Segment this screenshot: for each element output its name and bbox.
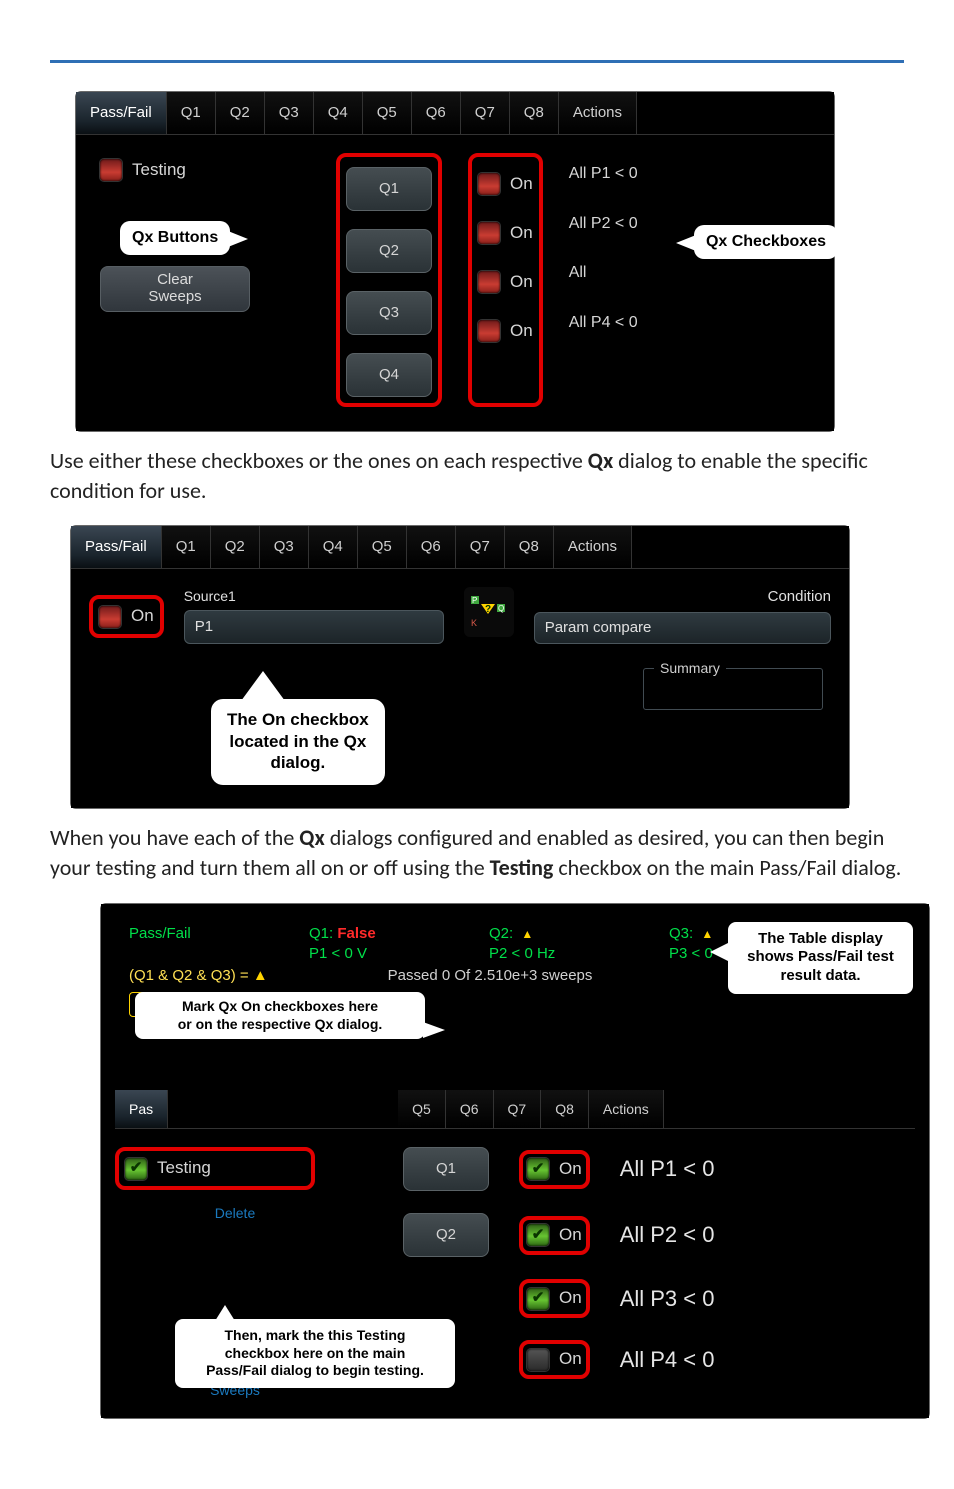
checkbox-icon bbox=[99, 606, 121, 628]
passfail-tab-strip-2: Pass/Fail Q1 Q2 Q3 Q4 Q5 Q6 Q7 Q8 Action… bbox=[71, 526, 849, 569]
tab-q4[interactable]: Q4 bbox=[314, 92, 363, 134]
page-divider bbox=[50, 60, 904, 63]
figure-passfail-table-and-testing: The Table display shows Pass/Fail test r… bbox=[100, 903, 930, 1419]
testing-checkbox-on[interactable]: ✔ Testing bbox=[125, 1157, 211, 1180]
q2-condition-text: All P2 < 0 bbox=[620, 1220, 715, 1250]
summary-groupbox: Summary bbox=[643, 668, 823, 710]
q2-on-checkbox[interactable]: On bbox=[478, 222, 533, 245]
condition-selector[interactable]: Param compare bbox=[534, 612, 831, 644]
q1-condition-text: All P1 < 0 bbox=[620, 1154, 715, 1184]
callout-table-display: The Table display shows Pass/Fail test r… bbox=[728, 922, 913, 994]
tab-q7[interactable]: Q7 bbox=[494, 1090, 542, 1128]
passfail-tab-strip-3: Pas Q5 Q6 Q7 Q8 Actions bbox=[115, 1090, 915, 1129]
svg-text:Q: Q bbox=[498, 604, 504, 613]
q3-on-checkbox[interactable]: ✔On bbox=[527, 1287, 582, 1310]
tab-q3[interactable]: Q3 bbox=[265, 92, 314, 134]
source1-label: Source1 bbox=[184, 587, 444, 606]
testing-checkbox-label: Testing bbox=[132, 159, 186, 182]
tab-q4[interactable]: Q4 bbox=[309, 526, 358, 568]
on-checkbox-highlight: On bbox=[89, 595, 164, 638]
tab-actions[interactable]: Actions bbox=[559, 92, 637, 134]
q3-on-checkbox[interactable]: On bbox=[478, 271, 533, 294]
warning-icon bbox=[697, 925, 713, 942]
tab-q5[interactable]: Q5 bbox=[358, 526, 407, 568]
q1-condition-text: All P1 < 0 bbox=[569, 163, 638, 185]
testing-checkbox-highlight: ✔ Testing bbox=[115, 1147, 315, 1190]
q2-button[interactable]: Q2 bbox=[346, 229, 432, 273]
tab-q7[interactable]: Q7 bbox=[456, 526, 505, 568]
condition-label: Condition bbox=[534, 587, 831, 607]
passfail-tab-strip: Pass/Fail Q1 Q2 Q3 Q4 Q5 Q6 Q7 Q8 Action… bbox=[76, 92, 834, 135]
clear-sweeps-button[interactable]: Clear Sweeps bbox=[100, 266, 250, 312]
callout-begin-testing: Then, mark the this Testing checkbox her… bbox=[175, 1319, 455, 1388]
tab-q6[interactable]: Q6 bbox=[407, 526, 456, 568]
testing-checkbox[interactable]: Testing bbox=[100, 159, 310, 182]
tab-q2[interactable]: Q2 bbox=[211, 526, 260, 568]
q1-on-checkbox[interactable]: On bbox=[478, 173, 533, 196]
q4-on-checkbox[interactable]: On bbox=[527, 1348, 582, 1371]
checkbox-checked-icon: ✔ bbox=[527, 1288, 549, 1310]
q2-condition-text: All P2 < 0 bbox=[569, 213, 638, 235]
figure-passfail-main-overview: Pass/Fail Q1 Q2 Q3 Q4 Q5 Q6 Q7 Q8 Action… bbox=[75, 91, 835, 432]
svg-text:P: P bbox=[472, 596, 477, 605]
q-buttons-highlight: Q1 Q2 Q3 Q4 bbox=[336, 153, 442, 407]
q1-button[interactable]: Q1 bbox=[403, 1147, 489, 1191]
tab-q7[interactable]: Q7 bbox=[461, 92, 510, 134]
q3-condition-text: All bbox=[569, 262, 638, 284]
q4-condition-text: All P4 < 0 bbox=[620, 1345, 715, 1375]
q1-on-checkbox[interactable]: ✔On bbox=[527, 1158, 582, 1181]
checkbox-checked-icon: ✔ bbox=[527, 1224, 549, 1246]
tab-q8[interactable]: Q8 bbox=[505, 526, 554, 568]
q3-button[interactable]: Q3 bbox=[346, 291, 432, 335]
qx-dialog-on-checkbox[interactable]: On bbox=[99, 605, 154, 628]
checkbox-icon bbox=[478, 173, 500, 195]
q2-button[interactable]: Q2 bbox=[403, 1213, 489, 1257]
checkbox-icon bbox=[527, 1349, 549, 1371]
figure-qx-dialog-on-checkbox: Pass/Fail Q1 Q2 Q3 Q4 Q5 Q6 Q7 Q8 Action… bbox=[70, 525, 850, 809]
passfail-label: Pass/Fail bbox=[129, 924, 249, 944]
q3-condition-text: All P3 < 0 bbox=[620, 1284, 715, 1314]
svg-text:?: ? bbox=[485, 604, 491, 615]
tab-q6[interactable]: Q6 bbox=[412, 92, 461, 134]
tab-q3[interactable]: Q3 bbox=[260, 526, 309, 568]
checkbox-checked-icon: ✔ bbox=[527, 1158, 549, 1180]
summary-label: Summary bbox=[654, 659, 726, 678]
paragraph-testing-checkbox: When you have each of the Qx dialogs con… bbox=[50, 823, 904, 882]
condition-texts: All P1 < 0 All P2 < 0 All All P4 < 0 bbox=[569, 153, 638, 407]
tab-q1[interactable]: Q1 bbox=[162, 526, 211, 568]
tab-q6[interactable]: Q6 bbox=[446, 1090, 494, 1128]
checkbox-icon bbox=[478, 320, 500, 342]
checkbox-icon bbox=[478, 222, 500, 244]
q4-button[interactable]: Q4 bbox=[346, 353, 432, 397]
warning-icon bbox=[517, 925, 533, 942]
checkbox-checked-icon: ✔ bbox=[125, 1158, 147, 1180]
q2-on-checkbox[interactable]: ✔On bbox=[527, 1224, 582, 1247]
tab-q5[interactable]: Q5 bbox=[363, 92, 412, 134]
tab-passfail[interactable]: Pas bbox=[115, 1090, 168, 1128]
source1-selector[interactable]: P1 bbox=[184, 610, 444, 644]
tab-passfail[interactable]: Pass/Fail bbox=[71, 526, 162, 568]
callout-on-checkbox-in-qx: The On checkbox located in the Qx dialog… bbox=[211, 699, 385, 785]
tab-q2[interactable]: Q2 bbox=[216, 92, 265, 134]
callout-mark-on-checkboxes: Mark Qx On checkboxes here or on the res… bbox=[135, 992, 425, 1039]
tab-q8[interactable]: Q8 bbox=[541, 1090, 589, 1128]
callout-qx-checkboxes: Qx Checkboxes bbox=[694, 225, 838, 259]
on-checkboxes-highlight: On On On On bbox=[468, 153, 543, 407]
checkbox-icon bbox=[478, 271, 500, 293]
param-compare-icon: P ? Q K bbox=[464, 587, 514, 637]
svg-text:K: K bbox=[471, 618, 477, 628]
q1-button[interactable]: Q1 bbox=[346, 167, 432, 211]
tab-q5[interactable]: Q5 bbox=[398, 1090, 446, 1128]
delete-button-partial[interactable]: Delete bbox=[115, 1204, 355, 1223]
q4-on-checkbox[interactable]: On bbox=[478, 320, 533, 343]
q4-condition-text: All P4 < 0 bbox=[569, 312, 638, 334]
paragraph-checkboxes-usage: Use either these checkboxes or the ones … bbox=[50, 446, 904, 505]
tab-actions[interactable]: Actions bbox=[589, 1090, 664, 1128]
tab-q8[interactable]: Q8 bbox=[510, 92, 559, 134]
tab-actions[interactable]: Actions bbox=[554, 526, 632, 568]
tab-passfail[interactable]: Pass/Fail bbox=[76, 92, 167, 134]
tab-q1[interactable]: Q1 bbox=[167, 92, 216, 134]
checkbox-icon bbox=[100, 159, 122, 181]
callout-qx-buttons: Qx Buttons bbox=[120, 221, 230, 255]
